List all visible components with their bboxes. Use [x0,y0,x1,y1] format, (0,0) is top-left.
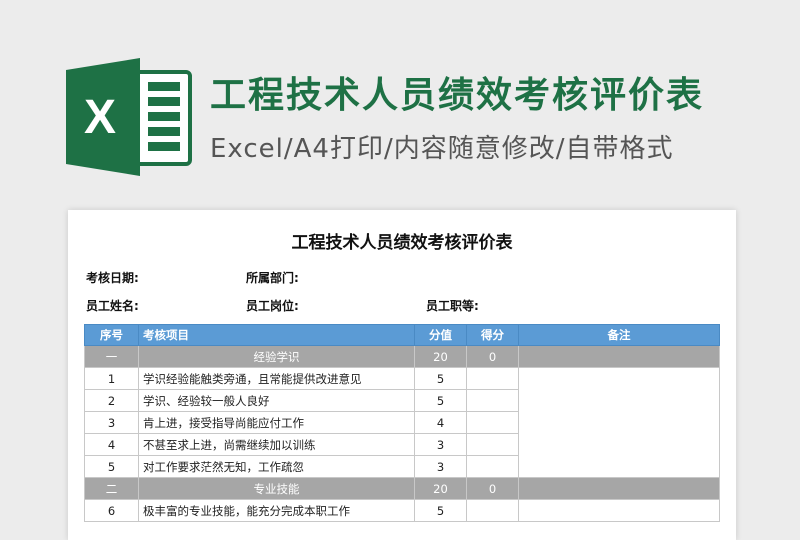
logo-letter: X [84,91,116,144]
row-no: 1 [84,367,139,390]
row-got[interactable] [466,433,519,456]
row-item: 肯上进，接受指导尚能应付工作 [138,411,415,434]
table-header-row: 序号 考核项目 分值 得分 备注 [84,324,720,346]
section-remark [518,477,720,500]
table-row: 6 极丰富的专业技能，能充分完成本职工作 5 [84,499,720,522]
evaluation-table: 序号 考核项目 分值 得分 备注 一 经验学识 20 0 1 学识经验能触类旁通… [84,324,720,522]
header-item: 考核项目 [138,324,415,346]
row-score: 5 [414,499,467,522]
header-no: 序号 [84,324,139,346]
row-no: 2 [84,389,139,412]
section-score: 20 [414,345,467,368]
row-no: 6 [84,499,139,522]
sheet-title: 工程技术人员绩效考核评价表 [291,233,513,253]
row-no: 5 [84,455,139,478]
field-review-date: 考核日期: [86,271,139,285]
row-item: 不甚至求上进，尚需继续加以训练 [138,433,415,456]
section-item: 专业技能 [138,477,415,500]
field-employee-rank: 员工职等: [426,299,479,313]
banner-subtitle: Excel/A4打印/内容随意修改/自带格式 [210,134,674,164]
row-got[interactable] [466,367,519,390]
row-got[interactable] [466,499,519,522]
field-employee-post: 员工岗位: [246,299,299,313]
section-no: 二 [84,477,139,500]
section-remark [518,345,720,368]
header-score: 分值 [414,324,467,346]
header-remark: 备注 [518,324,720,346]
row-remark[interactable] [518,367,720,478]
row-got[interactable] [466,455,519,478]
row-score: 5 [414,367,467,390]
row-item: 学识经验能触类旁通，且常能提供改进意见 [138,367,415,390]
field-employee-name: 员工姓名: [86,299,139,313]
row-score: 3 [414,433,467,456]
row-no: 4 [84,433,139,456]
row-item: 极丰富的专业技能，能充分完成本职工作 [138,499,415,522]
row-got[interactable] [466,411,519,434]
banner-title: 工程技术人员绩效考核评价表 [210,75,705,116]
excel-logo-icon: X [66,58,192,176]
section-got: 0 [466,345,519,368]
section-item: 经验学识 [138,345,415,368]
row-no: 3 [84,411,139,434]
row-score: 4 [414,411,467,434]
table-row: 1 学识经验能触类旁通，且常能提供改进意见 5 [84,367,720,478]
header-got: 得分 [466,324,519,346]
row-got[interactable] [466,389,519,412]
section-row: 一 经验学识 20 0 [84,345,720,368]
row-score: 5 [414,389,467,412]
row-item: 学识、经验较一般人良好 [138,389,415,412]
row-item: 对工作要求茫然无知，工作疏忽 [138,455,415,478]
spreadsheet-preview: 工程技术人员绩效考核评价表 考核日期: 所属部门: 员工姓名: 员工岗位: 员工… [68,210,736,540]
section-row: 二 专业技能 20 0 [84,477,720,500]
section-score: 20 [414,477,467,500]
section-no: 一 [84,345,139,368]
field-department: 所属部门: [246,271,299,285]
row-remark[interactable] [518,499,720,522]
section-got: 0 [466,477,519,500]
row-score: 3 [414,455,467,478]
